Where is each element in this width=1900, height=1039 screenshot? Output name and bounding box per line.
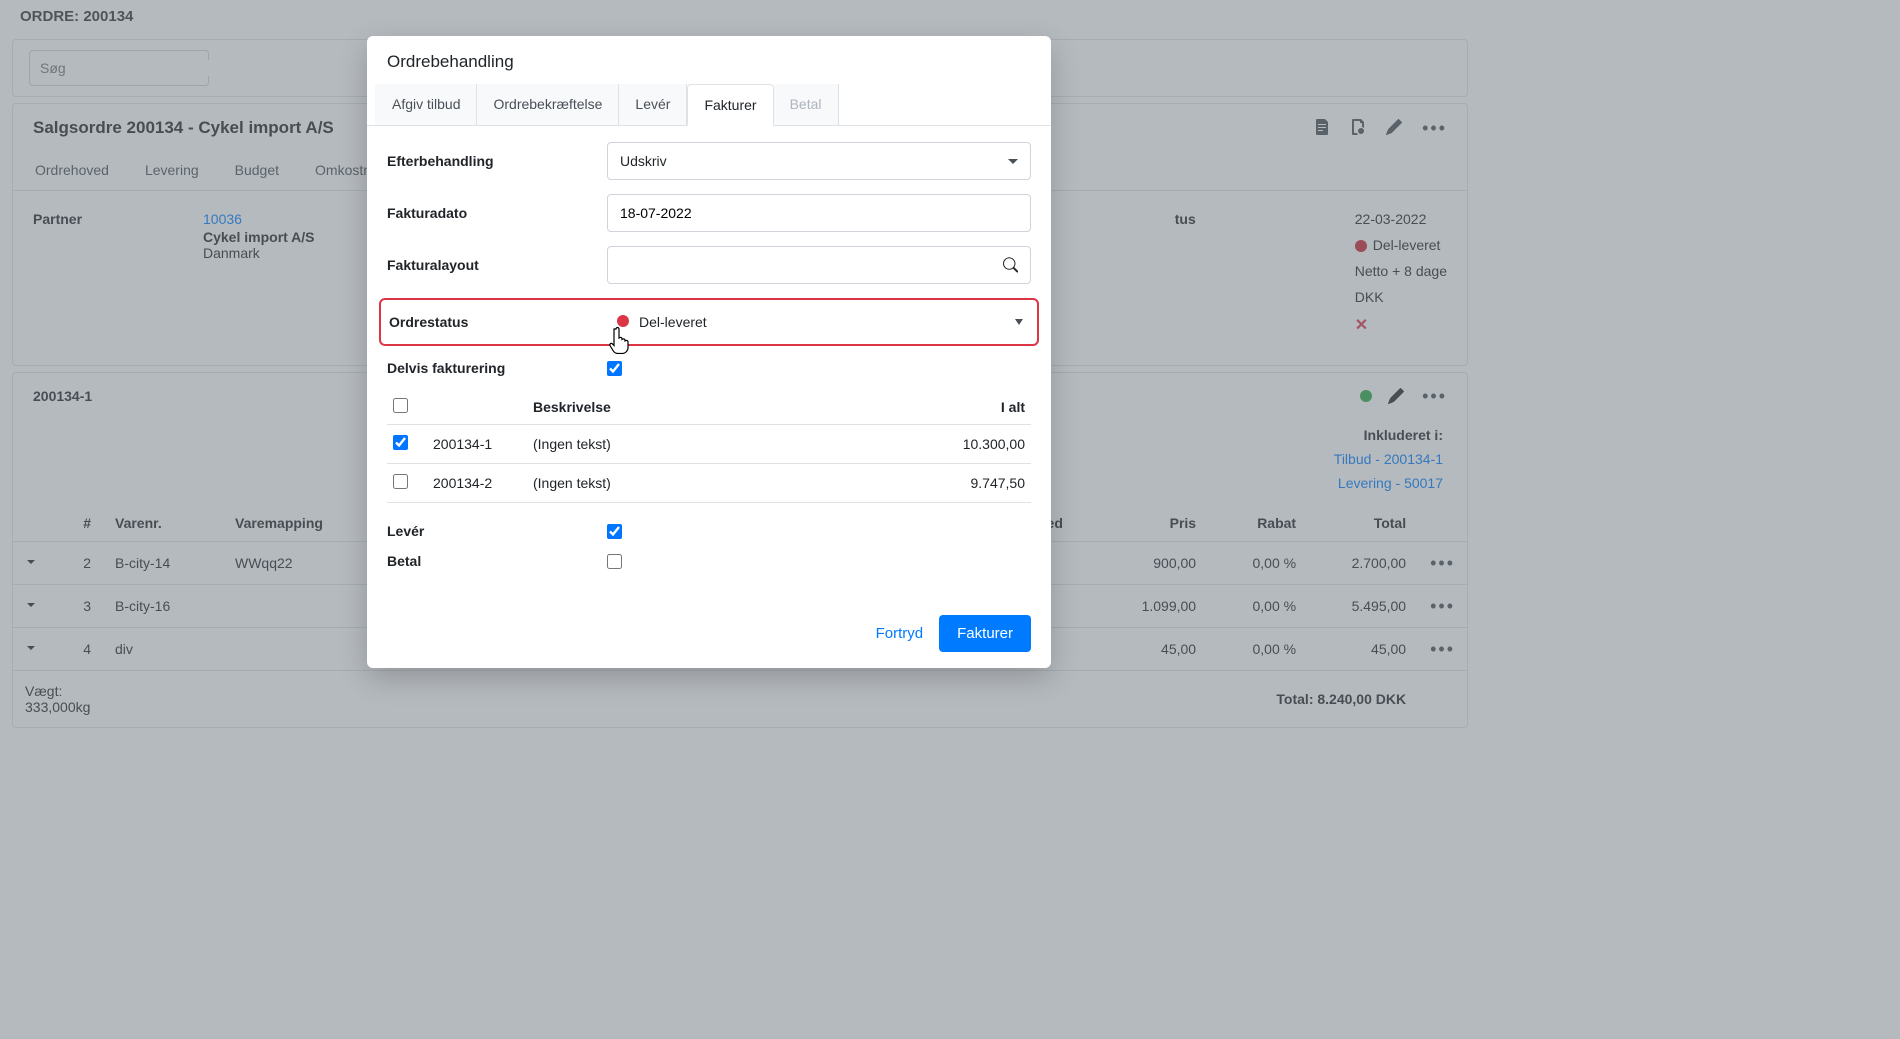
- modal-tab-fakturer[interactable]: Fakturer: [687, 84, 773, 126]
- ordrestatus-select[interactable]: Del-leveret: [609, 308, 1037, 336]
- invoice-lines-table: Beskrivelse I alt 200134-1 (Ingen tekst)…: [387, 390, 1031, 503]
- select-all-checkbox[interactable]: [393, 398, 408, 413]
- col-beskrivelse: Beskrivelse: [527, 390, 911, 425]
- chevron-down-icon: [1015, 319, 1023, 325]
- chevron-down-icon: [1008, 159, 1018, 164]
- fakturadato-input[interactable]: [607, 194, 1031, 232]
- modal-title: Ordrebehandling: [367, 36, 1051, 84]
- delvis-label: Delvis fakturering: [387, 360, 607, 376]
- ordrestatus-highlight: Ordrestatus Del-leveret: [379, 298, 1039, 346]
- ordrestatus-label: Ordrestatus: [381, 314, 609, 330]
- row-checkbox[interactable]: [393, 435, 408, 450]
- betal-label: Betal: [387, 553, 607, 569]
- cell-beskrivelse: (Ingen tekst): [527, 464, 911, 503]
- modal-tab-betal: Betal: [774, 84, 839, 125]
- lever-label: Levér: [387, 523, 607, 539]
- lever-checkbox[interactable]: [607, 524, 622, 539]
- row-checkbox[interactable]: [393, 474, 408, 489]
- efterbehandling-select[interactable]: Udskriv: [607, 142, 1031, 180]
- delvis-checkbox[interactable]: [607, 361, 622, 376]
- cancel-button[interactable]: Fortryd: [876, 615, 924, 652]
- ordrestatus-value: Del-leveret: [639, 314, 707, 330]
- red-status-dot-icon: [617, 315, 629, 327]
- search-icon[interactable]: [1003, 257, 1018, 273]
- fakturalayout-field[interactable]: [620, 257, 1003, 273]
- table-row: 200134-1 (Ingen tekst) 10.300,00: [387, 425, 1031, 464]
- cell-id: 200134-2: [427, 464, 527, 503]
- fakturalayout-input[interactable]: [607, 246, 1031, 284]
- cell-id: 200134-1: [427, 425, 527, 464]
- modal-tab-ordrebekraeftelse[interactable]: Ordrebekræftelse: [477, 84, 619, 125]
- efterbehandling-value: Udskriv: [620, 153, 667, 169]
- efterbehandling-label: Efterbehandling: [387, 153, 607, 169]
- modal-tab-afgiv-tilbud[interactable]: Afgiv tilbud: [375, 84, 477, 125]
- table-row: 200134-2 (Ingen tekst) 9.747,50: [387, 464, 1031, 503]
- betal-checkbox[interactable]: [607, 554, 622, 569]
- fakturalayout-label: Fakturalayout: [387, 257, 607, 273]
- col-ialt: I alt: [911, 390, 1031, 425]
- fakturadato-field[interactable]: [620, 205, 1018, 221]
- modal-tab-lever[interactable]: Levér: [619, 84, 687, 125]
- fakturer-button[interactable]: Fakturer: [939, 615, 1031, 652]
- fakturadato-label: Fakturadato: [387, 205, 607, 221]
- ordrebehandling-modal: Ordrebehandling Afgiv tilbud Ordrebekræf…: [367, 36, 1051, 668]
- cell-ialt: 9.747,50: [911, 464, 1031, 503]
- cell-beskrivelse: (Ingen tekst): [527, 425, 911, 464]
- cell-ialt: 10.300,00: [911, 425, 1031, 464]
